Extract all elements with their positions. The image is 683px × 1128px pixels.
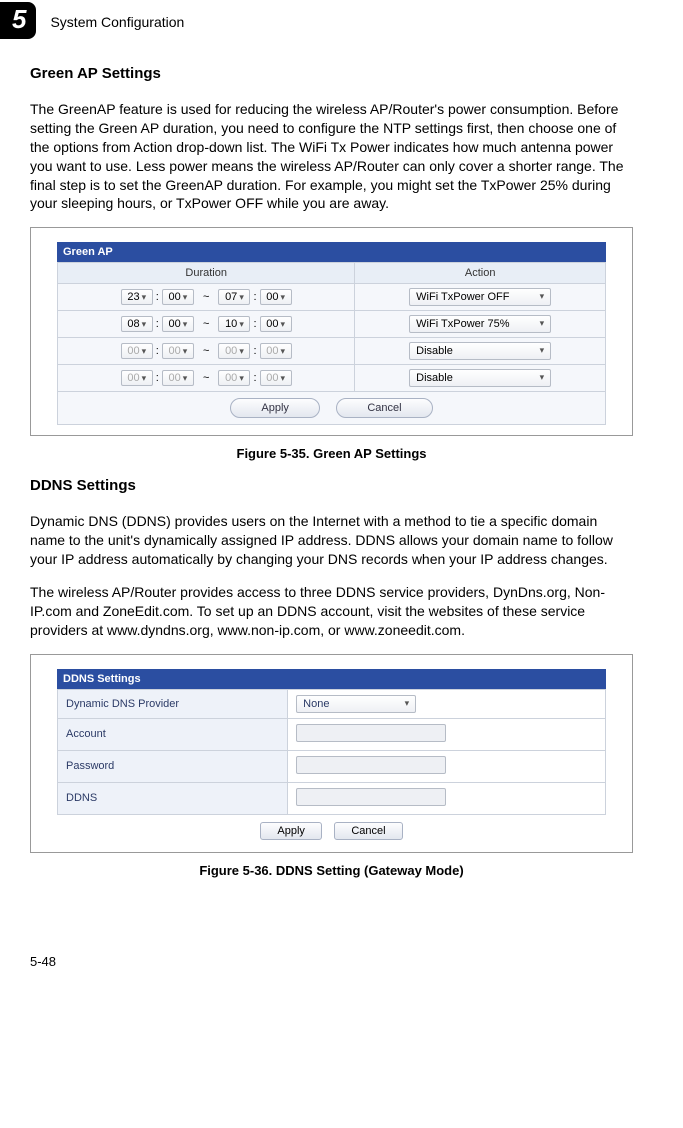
apply-button[interactable]: Apply	[230, 398, 320, 418]
chevron-down-icon: ▾	[278, 292, 285, 302]
minute-end-select[interactable]: 00▾	[260, 316, 292, 332]
account-input[interactable]	[296, 724, 446, 742]
range-separator: ~	[197, 372, 215, 384]
minute-start-select[interactable]: 00▾	[162, 289, 194, 305]
chevron-down-icon: ▾	[140, 319, 147, 329]
hour-end-select[interactable]: 10▾	[218, 316, 250, 332]
hour-start-select[interactable]: 08▾	[121, 316, 153, 332]
chevron-down-icon: ▾	[181, 319, 188, 329]
hour-start-select: 00▾	[121, 370, 153, 386]
chapter-number: 5	[0, 2, 36, 39]
range-separator: ~	[197, 345, 215, 357]
chevron-down-icon: ▾	[278, 319, 285, 329]
action-select[interactable]: WiFi TxPower 75%▾	[409, 315, 551, 333]
table-row: 08▾ : 00▾ ~ 10▾ : 00▾ WiFi TxPower 75%▾	[58, 311, 606, 338]
action-select[interactable]: WiFi TxPower OFF▾	[409, 288, 551, 306]
hour-end-select[interactable]: 07▾	[218, 289, 250, 305]
figure-ddns: DDNS Settings Dynamic DNS Provider None▾…	[30, 654, 633, 853]
chapter-header: 5 System Configuration	[0, 0, 683, 39]
chevron-down-icon: ▾	[538, 372, 545, 383]
chapter-title: System Configuration	[50, 12, 184, 30]
hour-end-select: 00▾	[218, 370, 250, 386]
chevron-down-icon: ▾	[181, 373, 188, 383]
ddns-input[interactable]	[296, 788, 446, 806]
greenap-paragraph: The GreenAP feature is used for reducing…	[30, 100, 633, 213]
figure-greenap: Green AP Duration Action 23▾ : 00▾ ~ 07▾…	[30, 227, 633, 436]
chevron-down-icon: ▾	[237, 292, 244, 302]
chevron-down-icon: ▾	[403, 698, 410, 709]
ddns-panel-title: DDNS Settings	[57, 669, 606, 689]
minute-start-select: 00▾	[162, 343, 194, 359]
action-select[interactable]: Disable▾	[409, 369, 551, 387]
chevron-down-icon: ▾	[237, 346, 244, 356]
ddns-paragraph-2: The wireless AP/Router provides access t…	[30, 583, 633, 640]
label-provider: Dynamic DNS Provider	[58, 689, 288, 718]
minute-start-select: 00▾	[162, 370, 194, 386]
greenap-table: Duration Action 23▾ : 00▾ ~ 07▾ : 00▾ Wi…	[57, 262, 606, 392]
minute-end-select: 00▾	[260, 343, 292, 359]
section-heading-ddns: DDNS Settings	[30, 477, 633, 494]
chevron-down-icon: ▾	[278, 373, 285, 383]
col-action: Action	[355, 263, 606, 284]
chevron-down-icon: ▾	[237, 373, 244, 383]
label-password: Password	[58, 750, 288, 782]
table-row: 23▾ : 00▾ ~ 07▾ : 00▾ WiFi TxPower OFF▾	[58, 284, 606, 311]
chevron-down-icon: ▾	[181, 346, 188, 356]
label-ddns: DDNS	[58, 782, 288, 814]
chevron-down-icon: ▾	[237, 319, 244, 329]
cancel-button[interactable]: Cancel	[334, 822, 402, 840]
chevron-down-icon: ▾	[538, 318, 545, 329]
ddns-paragraph-1: Dynamic DNS (DDNS) provides users on the…	[30, 512, 633, 569]
hour-end-select: 00▾	[218, 343, 250, 359]
chevron-down-icon: ▾	[140, 346, 147, 356]
minute-end-select: 00▾	[260, 370, 292, 386]
minute-end-select[interactable]: 00▾	[260, 289, 292, 305]
chevron-down-icon: ▾	[140, 373, 147, 383]
greenap-panel-title: Green AP	[57, 242, 606, 262]
apply-button[interactable]: Apply	[260, 822, 322, 840]
minute-start-select[interactable]: 00▾	[162, 316, 194, 332]
page-number: 5-48	[30, 954, 683, 969]
password-input[interactable]	[296, 756, 446, 774]
table-row: 00▾ : 00▾ ~ 00▾ : 00▾ Disable▾	[58, 365, 606, 392]
figure-caption-ddns: Figure 5-36. DDNS Setting (Gateway Mode)	[30, 863, 633, 878]
button-bar: Apply Cancel	[57, 392, 606, 425]
figure-caption-greenap: Figure 5-35. Green AP Settings	[30, 446, 633, 461]
range-separator: ~	[197, 318, 215, 330]
label-account: Account	[58, 718, 288, 750]
provider-select[interactable]: None▾	[296, 695, 416, 713]
ddns-table: Dynamic DNS Provider None▾ Account Passw…	[57, 689, 606, 815]
chevron-down-icon: ▾	[278, 346, 285, 356]
section-heading-greenap: Green AP Settings	[30, 65, 633, 82]
chevron-down-icon: ▾	[181, 292, 188, 302]
chevron-down-icon: ▾	[140, 292, 147, 302]
button-bar: Apply Cancel	[57, 815, 606, 842]
range-separator: ~	[197, 291, 215, 303]
action-select[interactable]: Disable▾	[409, 342, 551, 360]
chevron-down-icon: ▾	[538, 291, 545, 302]
hour-start-select: 00▾	[121, 343, 153, 359]
table-row: 00▾ : 00▾ ~ 00▾ : 00▾ Disable▾	[58, 338, 606, 365]
col-duration: Duration	[58, 263, 355, 284]
hour-start-select[interactable]: 23▾	[121, 289, 153, 305]
chevron-down-icon: ▾	[538, 345, 545, 356]
cancel-button[interactable]: Cancel	[336, 398, 432, 418]
